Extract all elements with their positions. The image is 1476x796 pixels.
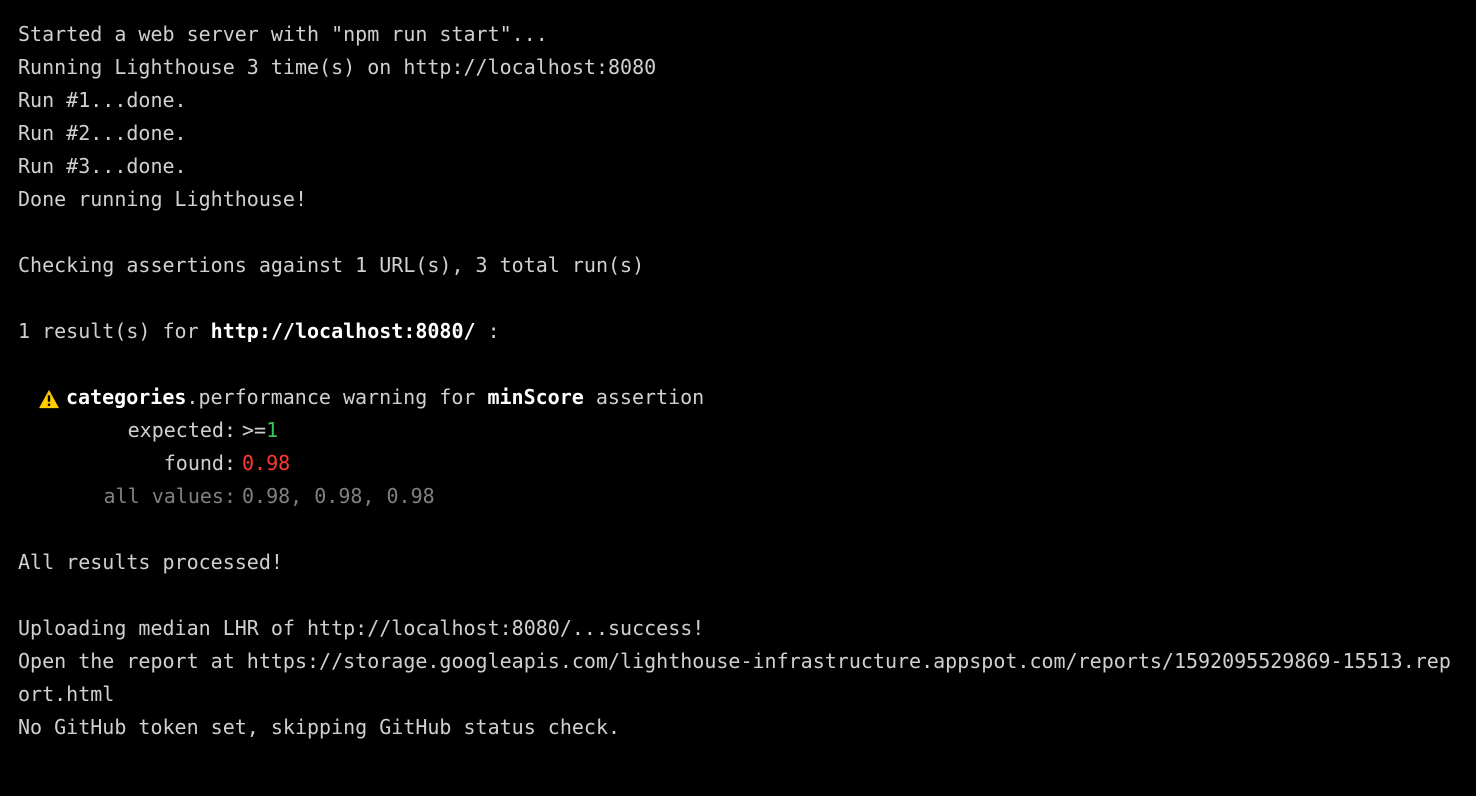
blank-line bbox=[18, 282, 1458, 315]
assertion-metric: minScore bbox=[487, 385, 583, 409]
results-suffix: : bbox=[476, 319, 500, 343]
assertion-header: categories.performance warning for minSc… bbox=[38, 381, 1458, 414]
assertion-dot: . bbox=[186, 385, 198, 409]
log-line-done: Done running Lighthouse! bbox=[18, 183, 1458, 216]
log-line-processed: All results processed! bbox=[18, 546, 1458, 579]
log-line-run3: Run #3...done. bbox=[18, 150, 1458, 183]
log-line-results-header: 1 result(s) for http://localhost:8080/ : bbox=[18, 315, 1458, 348]
expected-label: expected: bbox=[38, 414, 236, 447]
found-value: 0.98 bbox=[242, 451, 290, 475]
log-line-checking: Checking assertions against 1 URL(s), 3 … bbox=[18, 249, 1458, 282]
allvalues-value: 0.98, 0.98, 0.98 bbox=[242, 484, 435, 508]
assertion-category: categories bbox=[66, 385, 186, 409]
assertion-middle: performance warning for bbox=[198, 385, 487, 409]
assertion-suffix: assertion bbox=[584, 385, 704, 409]
blank-line bbox=[18, 579, 1458, 612]
log-line-openreport: Open the report at https://storage.googl… bbox=[18, 645, 1458, 711]
log-line-run1: Run #1...done. bbox=[18, 84, 1458, 117]
assertion-expected-row: expected:>=1 bbox=[38, 414, 1458, 447]
results-prefix: 1 result(s) for bbox=[18, 319, 211, 343]
log-line-run2: Run #2...done. bbox=[18, 117, 1458, 150]
allvalues-label: all values: bbox=[38, 480, 236, 513]
expected-value: >=1 bbox=[242, 418, 278, 442]
log-line-uploading: Uploading median LHR of http://localhost… bbox=[18, 612, 1458, 645]
log-line-notoken: No GitHub token set, skipping GitHub sta… bbox=[18, 711, 1458, 744]
log-line-running: Running Lighthouse 3 time(s) on http://l… bbox=[18, 51, 1458, 84]
log-line-started: Started a web server with "npm run start… bbox=[18, 18, 1458, 51]
blank-line bbox=[18, 513, 1458, 546]
assertion-block: categories.performance warning for minSc… bbox=[38, 381, 1458, 513]
results-url: http://localhost:8080/ bbox=[211, 319, 476, 343]
assertion-allvalues-row: all values:0.98, 0.98, 0.98 bbox=[38, 480, 1458, 513]
warning-icon bbox=[38, 381, 60, 414]
blank-line bbox=[18, 216, 1458, 249]
found-label: found: bbox=[38, 447, 236, 480]
blank-line bbox=[18, 348, 1458, 381]
assertion-found-row: found:0.98 bbox=[38, 447, 1458, 480]
